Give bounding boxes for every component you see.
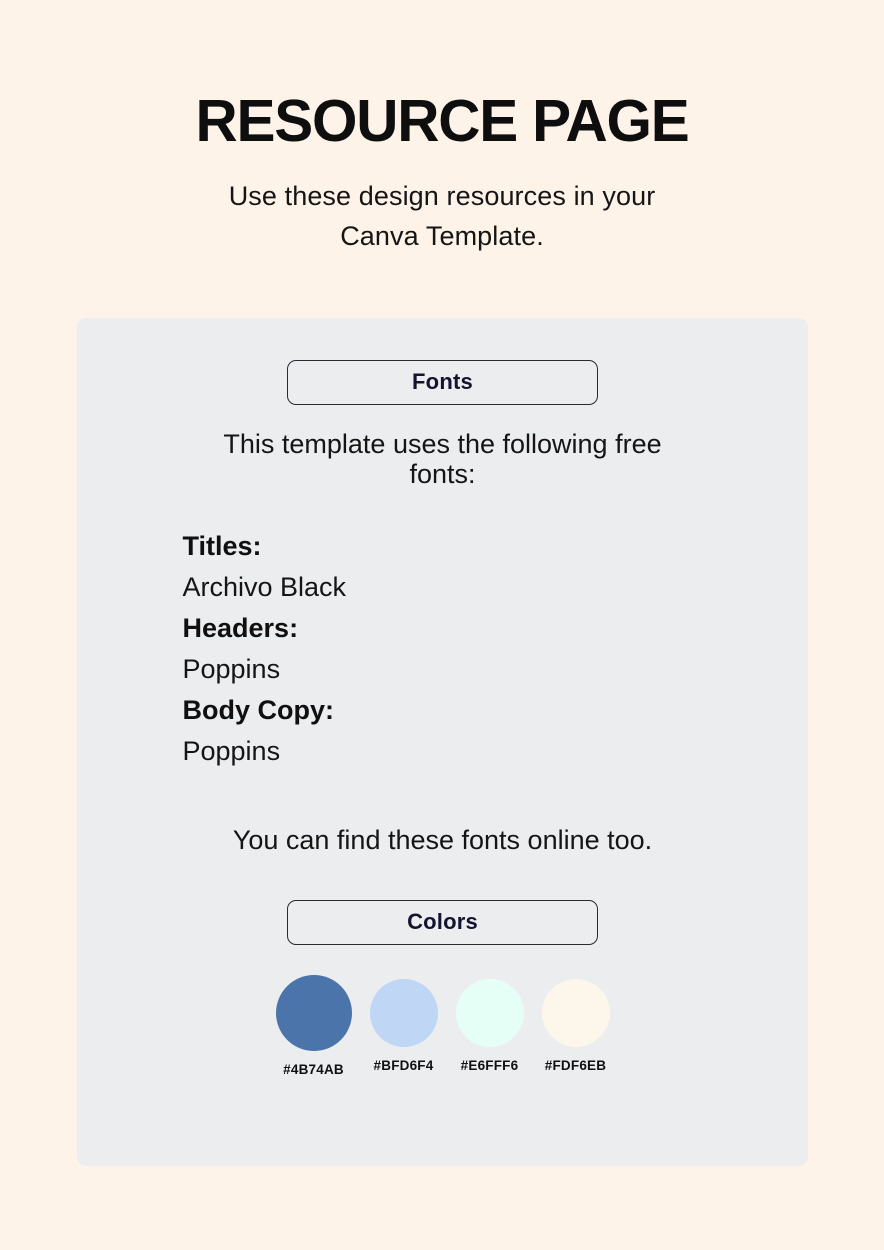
color-swatch-label: #BFD6F4 [373, 1058, 434, 1073]
fonts-section-pill[interactable]: Fonts [287, 360, 598, 405]
font-list: Titles: Archivo Black Headers: Poppins B… [183, 526, 703, 772]
font-row-label: Titles: [182, 531, 262, 561]
color-swatch-label: #E6FFF6 [460, 1058, 519, 1073]
font-list-row: Titles: Archivo Black [183, 526, 703, 608]
color-swatch[interactable]: #E6FFF6 [455, 975, 524, 1073]
fonts-online-note: You can find these fonts online too. [232, 825, 653, 855]
page-title: RESOURCE PAGE [195, 88, 689, 154]
font-list-row: Body Copy: Poppins [183, 690, 703, 772]
color-swatch-dot [455, 979, 524, 1047]
fonts-intro-text: This template uses the following free fo… [223, 429, 662, 489]
font-row-label: Headers: [182, 613, 299, 643]
font-row-label: Body Copy: [182, 695, 335, 725]
color-swatch[interactable]: #BFD6F4 [369, 975, 438, 1073]
colors-section-pill[interactable]: Colors [287, 900, 598, 945]
page-subtitle: Use these design resources in your Canva… [228, 181, 656, 251]
color-swatch[interactable]: #FDF6EB [541, 975, 610, 1073]
page-header: RESOURCE PAGE Use these design resources… [0, 0, 884, 256]
font-row-value: Poppins [182, 654, 281, 684]
color-swatch-row: #4B74AB #BFD6F4 #E6FFF6 #FDF6EB [77, 975, 808, 1077]
fonts-section: Fonts This template uses the following f… [77, 360, 808, 855]
resource-card: Fonts This template uses the following f… [77, 318, 808, 1166]
color-swatch[interactable]: #4B74AB [275, 975, 352, 1077]
color-swatch-dot [369, 979, 438, 1047]
font-list-row: Headers: Poppins [183, 608, 703, 690]
color-swatch-label: #4B74AB [283, 1062, 344, 1077]
color-swatch-dot [541, 979, 610, 1047]
color-swatch-label: #FDF6EB [544, 1058, 607, 1073]
color-swatch-dot [275, 975, 352, 1051]
colors-section: Colors #4B74AB #BFD6F4 #E6FFF6 #FDF6EB [77, 900, 808, 1077]
font-row-value: Archivo Black [182, 572, 347, 602]
font-row-value: Poppins [182, 736, 281, 766]
